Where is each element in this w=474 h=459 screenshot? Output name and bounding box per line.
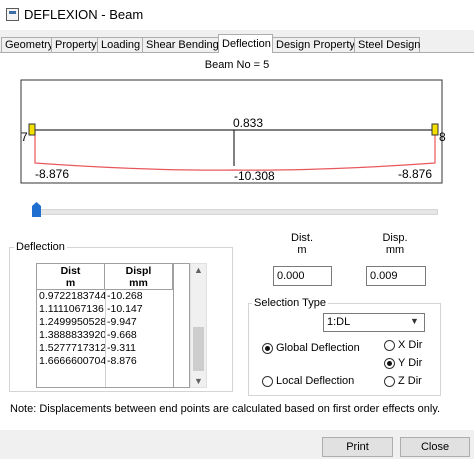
tab-deflection[interactable]: Deflection <box>218 34 273 53</box>
table-row[interactable]: 0.9722183744 -10.268 <box>37 290 189 303</box>
table-row[interactable]: 1.3888833920 -9.668 <box>37 329 189 342</box>
dist-label: Dist. m <box>291 232 313 256</box>
global-deflection-label: Global Deflection <box>276 342 360 354</box>
y-dir-label: Y Dir <box>398 357 423 369</box>
window-title: DEFLEXION - Beam <box>24 7 144 22</box>
table-row[interactable]: 1.2499950528 -9.947 <box>37 316 189 329</box>
column-divider <box>173 264 174 387</box>
tab-property[interactable]: Property <box>51 37 98 52</box>
diagram-frame <box>20 79 443 184</box>
table-row[interactable]: 1.5277717312 -9.311 <box>37 342 189 355</box>
tab-design-property[interactable]: Design Property <box>272 37 355 52</box>
scroll-down-icon[interactable]: ▼ <box>190 376 207 386</box>
chevron-down-icon[interactable]: ▼ <box>410 316 419 326</box>
scroll-up-icon[interactable]: ▲ <box>190 265 207 275</box>
left-deflection-label: -8.876 <box>35 167 69 181</box>
local-deflection-label: Local Deflection <box>276 375 355 387</box>
app-window-icon <box>6 8 19 21</box>
local-deflection-radio[interactable] <box>262 376 273 387</box>
tab-loading[interactable]: Loading <box>97 37 143 52</box>
table-row[interactable]: 1.1111067136 -10.147 <box>37 303 189 316</box>
disp-field[interactable]: 0.009 <box>366 266 426 286</box>
end-node-label: 8 <box>439 130 446 144</box>
close-button[interactable]: Close <box>400 437 470 457</box>
x-dir-label: X Dir <box>398 339 423 351</box>
print-button[interactable]: Print <box>322 437 393 457</box>
table-row[interactable]: 1.6666600704 -8.876 <box>37 355 189 368</box>
position-slider-track[interactable] <box>32 209 438 215</box>
z-dir-radio[interactable] <box>384 376 395 387</box>
left-support-icon <box>28 123 36 136</box>
right-deflection-label: -8.876 <box>398 167 432 181</box>
column-header-dist: Dist m <box>37 264 105 290</box>
center-deflection-label: -10.308 <box>234 169 275 183</box>
deflection-table[interactable]: Dist m Displ mm 0.9722183744 -10.268 1.11… <box>36 263 190 388</box>
column-header-displ: Displ mm <box>105 264 173 290</box>
tab-steel-design[interactable]: Steel Design <box>354 37 420 52</box>
tab-shear-bending[interactable]: Shear Bending <box>142 37 219 52</box>
global-deflection-radio[interactable] <box>262 343 273 354</box>
z-dir-label: Z Dir <box>398 375 422 387</box>
disp-label: Disp. mm <box>382 232 408 256</box>
deflection-diagram: 7 8 0.833 -8.876 -10.308 -8.876 <box>20 79 446 184</box>
x-dir-radio[interactable] <box>384 340 395 351</box>
slider-thumb[interactable] <box>32 202 41 217</box>
start-node-label: 7 <box>21 130 28 144</box>
mid-value-label: 0.833 <box>233 116 263 130</box>
tab-geometry[interactable]: Geometry <box>1 37 53 52</box>
column-divider <box>105 290 106 387</box>
selection-type-label: Selection Type <box>252 297 328 309</box>
note-text: Note: Displacements between end points a… <box>10 403 441 415</box>
scroll-thumb[interactable] <box>193 327 204 371</box>
deflection-group-label: Deflection <box>14 241 67 253</box>
dist-field[interactable]: 0.000 <box>273 266 332 286</box>
right-support-icon <box>431 123 439 136</box>
y-dir-radio[interactable] <box>384 358 395 369</box>
